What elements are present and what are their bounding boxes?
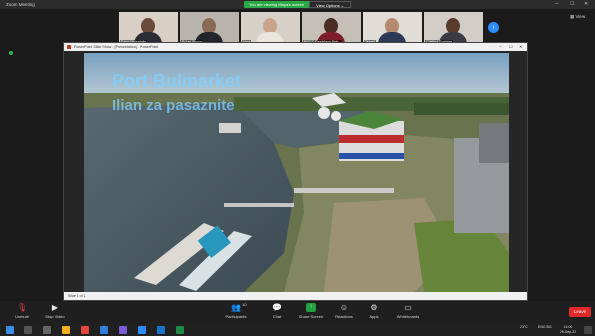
participant-tile[interactable]: BRCC Desislava Petr... — [302, 12, 361, 45]
clock-date: 29-Sep-22 — [559, 330, 577, 334]
title-bar: Zoom Meeting You are viewing Mapa's scre… — [0, 0, 595, 9]
chrome-icon[interactable] — [81, 326, 89, 334]
share-screen-label: Share Screen — [298, 314, 324, 319]
share-screen-button[interactable]: ↑ Share Screen — [296, 303, 326, 319]
excel-icon[interactable] — [176, 326, 184, 334]
leave-button[interactable]: Leave — [569, 307, 591, 317]
ppt-close-icon[interactable]: ✕ — [519, 43, 522, 51]
video-camera-icon: ▶ — [51, 303, 59, 312]
whiteboard-icon: ▭ — [404, 303, 412, 312]
unmute-button[interactable]: 🎙 Unmute — [10, 303, 34, 319]
participant-tile[interactable]: Cristina Enalzee — [424, 12, 483, 45]
stop-video-button[interactable]: ▶ Stop Video — [40, 303, 70, 319]
chat-label: Chat — [272, 314, 282, 319]
chat-button[interactable]: 💬 Chat — [268, 303, 286, 319]
reactions-label: Reactions — [335, 314, 353, 319]
encryption-status-icon[interactable] — [9, 51, 13, 55]
participants-button[interactable]: 👥 Participants — [221, 303, 251, 319]
apps-label: Apps — [369, 314, 379, 319]
view-label: View — [575, 14, 586, 19]
unmute-label: Unmute — [14, 314, 29, 319]
clock[interactable]: 14:00 29-Sep-22 — [556, 325, 580, 335]
apps-button[interactable]: ⚙ Apps — [366, 303, 382, 319]
reactions-button[interactable]: ☺ Reactions — [331, 303, 357, 319]
windows-start-icon[interactable] — [6, 326, 14, 334]
close-icon[interactable]: ✕ — [584, 0, 588, 9]
outlook-icon[interactable] — [157, 326, 165, 334]
view-button[interactable]: ▦ View — [570, 14, 585, 20]
file-explorer-icon[interactable] — [62, 326, 70, 334]
participant-tile[interactable]: Bojan Bogov — [180, 12, 239, 45]
participants-count: 10 — [242, 302, 247, 307]
maximize-icon[interactable]: ☐ — [570, 0, 574, 9]
stop-video-label: Stop Video — [45, 314, 65, 319]
participant-tile[interactable]: Tervet — [363, 12, 422, 45]
viewing-screen-label: You are viewing Mapa's screen — [244, 1, 310, 8]
slide-subheading: Ilian za pasaznite — [112, 97, 235, 114]
next-page-arrow-icon[interactable]: › — [488, 22, 499, 33]
powerpoint-title: PowerPoint Slide Show - [Presentation] -… — [74, 45, 159, 49]
reactions-icon: ☺ — [339, 303, 349, 312]
powerpoint-status-bar: Slide 1 of 1 — [64, 292, 527, 300]
whiteboards-label: Whiteboards — [396, 314, 420, 319]
shared-screen[interactable]: PowerPoint Slide Show - [Presentation] -… — [63, 42, 528, 301]
zoom-window: Zoom Meeting You are viewing Mapa's scre… — [0, 0, 595, 336]
slide-aerial-photo: Port Bulmarket Ilian za pasaznite — [84, 53, 509, 292]
participant-tile[interactable]: Vera — [241, 12, 300, 45]
screen-share-banner: You are viewing Mapa's screen View Optio… — [244, 1, 352, 8]
notifications-icon[interactable] — [584, 326, 592, 334]
search-icon[interactable] — [24, 326, 32, 334]
minimize-icon[interactable]: ─ — [555, 0, 559, 9]
microphone-muted-icon: 🎙 — [17, 303, 28, 312]
share-screen-icon: ↑ — [306, 303, 316, 312]
chat-icon: 💬 — [272, 303, 282, 312]
view-options-button[interactable]: View Options ⌄ — [309, 1, 352, 8]
whiteboards-button[interactable]: ▭ Whiteboards — [393, 303, 423, 319]
edge-icon[interactable] — [100, 326, 108, 334]
powerpoint-title-bar: PowerPoint Slide Show - [Presentation] -… — [64, 43, 527, 51]
participants-icon: 👥 — [231, 303, 241, 312]
weather-temperature: 23°C — [520, 325, 528, 329]
meeting-toolbar: 🎙 Unmute ▶ Stop Video 👥 Participants 10 … — [0, 301, 595, 324]
participant-tile[interactable]: Farm Helsefolje — [119, 12, 178, 45]
windows-taskbar: 23°C ENG BG 14:00 29-Sep-22 — [0, 324, 595, 336]
slide-heading: Port Bulmarket — [112, 71, 241, 91]
slide-counter: Slide 1 of 1 — [68, 294, 86, 298]
keyboard-language[interactable]: ENG BG — [538, 325, 552, 330]
participant-strip: Farm Helsefolje Bojan Bogov Vera BRCC De… — [119, 12, 483, 45]
task-view-icon[interactable] — [43, 326, 51, 334]
teams-icon[interactable] — [119, 326, 127, 334]
participants-label: Participants — [225, 314, 247, 319]
powerpoint-icon — [67, 45, 71, 49]
window-title: Zoom Meeting — [6, 2, 35, 7]
ppt-maximize-icon[interactable]: ☐ — [509, 43, 513, 51]
zoom-icon[interactable] — [138, 326, 146, 334]
apps-icon: ⚙ — [370, 303, 378, 312]
ppt-minimize-icon[interactable]: ─ — [499, 43, 502, 51]
port-aerial-image: Port Bulmarket Ilian za pasaznite — [84, 53, 509, 292]
